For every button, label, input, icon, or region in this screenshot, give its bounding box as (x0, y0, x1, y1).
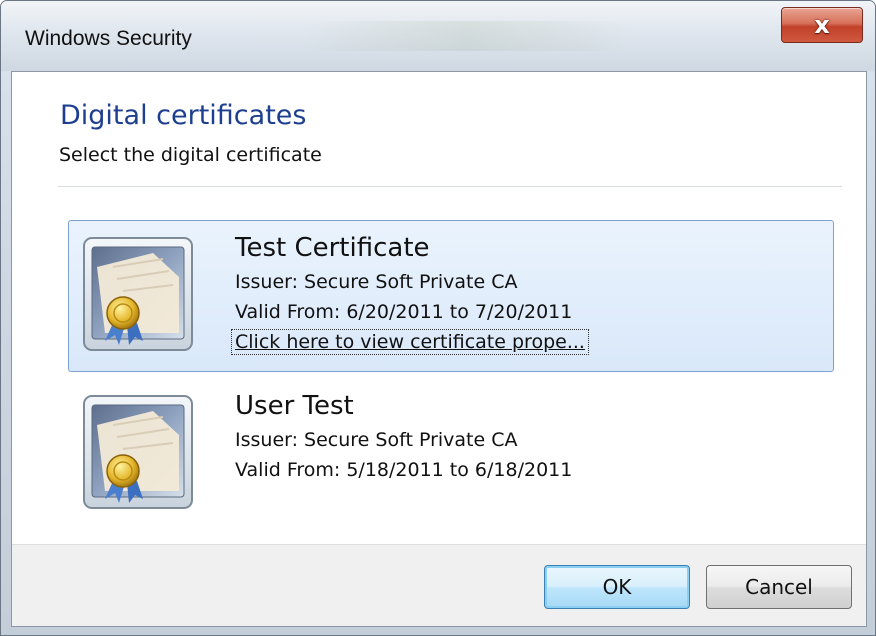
certificate-issuer: Issuer: Secure Soft Private CA (235, 429, 518, 451)
close-icon: x (814, 11, 830, 39)
dialog-content: Digital certificates Select the digital … (11, 71, 867, 627)
dialog-heading: Digital certificates (60, 100, 307, 131)
title-bar[interactable]: Windows Security x (1, 1, 875, 71)
dialog-instruction: Select the digital certificate (59, 144, 322, 166)
certificate-validity: Valid From: 5/18/2011 to 6/18/2011 (235, 459, 573, 481)
button-bar: OK Cancel (12, 544, 866, 626)
certificate-validity: Valid From: 6/20/2011 to 7/20/2011 (235, 301, 573, 323)
ok-button[interactable]: OK (544, 565, 690, 609)
cancel-button[interactable]: Cancel (706, 565, 852, 609)
view-certificate-properties-link[interactable]: Click here to view certificate prope... (231, 329, 589, 355)
certificate-icon (83, 395, 193, 509)
close-button[interactable]: x (781, 7, 863, 43)
header-divider (58, 186, 842, 187)
window-title: Windows Security (25, 27, 192, 50)
certificate-name: User Test (235, 391, 354, 421)
certificate-item-test-certificate[interactable]: Test Certificate Issuer: Secure Soft Pri… (68, 220, 834, 372)
windows-security-dialog: Windows Security x Digital certificates … (0, 0, 876, 636)
certificate-issuer: Issuer: Secure Soft Private CA (235, 271, 518, 293)
certificate-icon (83, 237, 193, 351)
certificate-name: Test Certificate (235, 233, 430, 263)
certificate-item-user-test[interactable]: User Test Issuer: Secure Soft Private CA… (68, 378, 834, 530)
